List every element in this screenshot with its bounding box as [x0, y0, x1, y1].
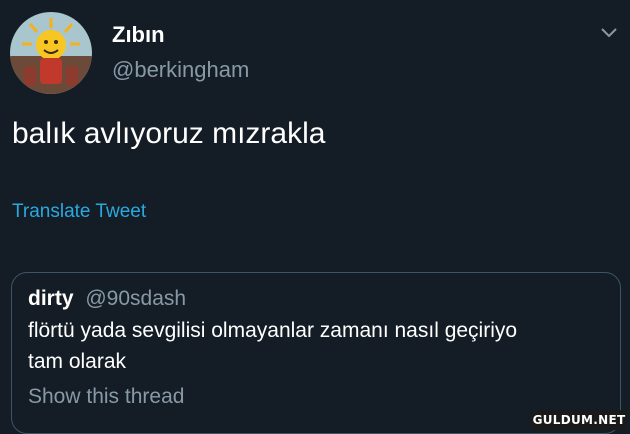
quoted-author-name: dirty	[28, 287, 74, 310]
quoted-tweet-text-line: flörtü yada sevgilisi olmayanlar zamanı …	[28, 319, 518, 342]
quoted-author-handle: @90sdash	[85, 287, 187, 310]
tweet-text: balık avlıyoruz mızrakla	[12, 117, 326, 150]
chevron-down-icon[interactable]	[600, 26, 618, 40]
quoted-tweet-text-line: tam olarak	[28, 350, 127, 373]
quoted-tweet-header: dirty @90sdash	[28, 287, 186, 311]
author-display-name[interactable]: Zıbın	[112, 22, 165, 48]
translate-tweet-link[interactable]: Translate Tweet	[12, 201, 146, 223]
watermark: GULDUM.NET	[531, 410, 627, 430]
avatar[interactable]	[10, 12, 92, 94]
sun-character-avatar-image	[10, 12, 92, 94]
show-this-thread-link[interactable]: Show this thread	[28, 385, 184, 409]
quoted-tweet-card[interactable]: dirty @90sdash flörtü yada sevgilisi olm…	[11, 272, 621, 434]
author-handle: @berkingham	[112, 57, 250, 82]
